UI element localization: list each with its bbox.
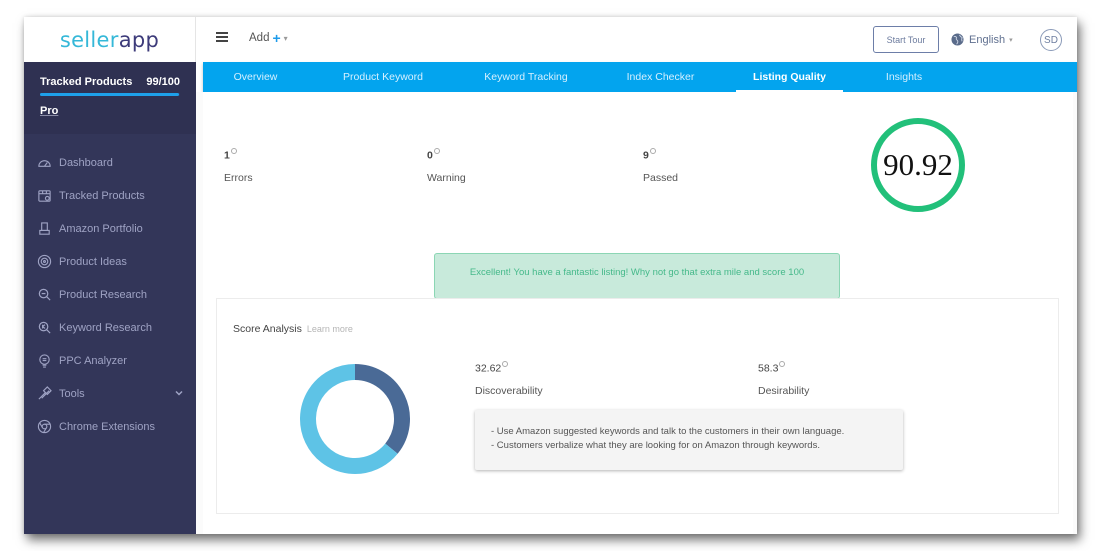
caret-down-icon: ▾ <box>1009 36 1013 44</box>
globe-icon <box>951 33 964 46</box>
discoverability-metric: 32.62 Discoverability <box>475 361 543 397</box>
logo-text-app: app <box>118 27 160 52</box>
desirability-metric: 58.3 Desirability <box>758 361 809 397</box>
sidebar-item-dashboard[interactable]: Dashboard <box>24 146 196 179</box>
user-avatar[interactable]: SD <box>1040 29 1062 51</box>
sidebar-item-amazon-portfolio[interactable]: Amazon Portfolio <box>24 212 196 245</box>
plus-icon: + <box>272 30 281 46</box>
sidebar-panel: Tracked Products 99/100 Pro Dashboard Tr… <box>24 62 196 534</box>
listing-quality-panel: 1 Errors 0 Warning 9 Passed 90.92 Excell… <box>203 92 1073 534</box>
tracked-products-quota: Tracked Products 99/100 Pro <box>24 62 196 134</box>
info-icon[interactable] <box>230 148 237 154</box>
dashboard-icon <box>36 155 52 171</box>
errors-label: Errors <box>224 171 253 184</box>
add-label: Add <box>249 32 270 44</box>
discoverability-label: Discoverability <box>475 384 543 397</box>
tracked-count: 99/100 <box>146 76 180 88</box>
sidebar-item-label: Product Research <box>59 288 148 301</box>
tip-line: - Customers verbalize what they are look… <box>491 440 820 451</box>
sidebar-item-label: Tracked Products <box>59 189 145 202</box>
errors-count: 1 <box>224 149 230 162</box>
ppc-analyzer-icon <box>36 353 52 369</box>
language-selector[interactable]: English ▾ <box>951 33 1013 46</box>
sidebar: sellerapp Tracked Products 99/100 Pro Da… <box>24 17 196 534</box>
plan-name[interactable]: Pro <box>40 105 180 117</box>
logo-text-seller: seller <box>59 27 119 52</box>
sidebar-item-label: Keyword Research <box>59 321 152 334</box>
passed-label: Passed <box>643 171 679 184</box>
passed-count: 9 <box>643 149 649 162</box>
product-research-icon <box>36 287 52 303</box>
sidebar-item-label: Tools <box>59 387 85 400</box>
chevron-down-icon[interactable] <box>174 388 184 398</box>
sidebar-nav: Dashboard Tracked Products Amazon Portfo… <box>24 146 196 443</box>
success-alert: Excellent! You have a fantastic listing!… <box>434 253 840 299</box>
sidebar-item-chrome-extensions[interactable]: Chrome Extensions <box>24 410 196 443</box>
tools-icon <box>36 386 52 402</box>
info-icon[interactable] <box>779 361 786 367</box>
sidebar-item-product-research[interactable]: Product Research <box>24 278 196 311</box>
top-header: Add + ▾ Start Tour English ▾ SD <box>196 17 1077 62</box>
tab-listing-quality[interactable]: Listing Quality <box>736 62 843 92</box>
tracked-progress-bar <box>40 93 180 96</box>
score-analysis-card: Score Analysis Learn more 32.62 Discovera… <box>216 298 1059 514</box>
sidebar-item-tools[interactable]: Tools <box>24 377 196 410</box>
sidebar-item-tracked-products[interactable]: Tracked Products <box>24 179 196 212</box>
passed-stat: 9 Passed <box>643 148 678 184</box>
tab-index-checker[interactable]: Index Checker <box>613 62 708 92</box>
warning-count: 0 <box>427 149 433 162</box>
donut-segment-discoverability <box>354 364 410 454</box>
sidebar-item-ppc-analyzer[interactable]: PPC Analyzer <box>24 344 196 377</box>
main-content: 1 Errors 0 Warning 9 Passed 90.92 Excell… <box>196 92 1077 534</box>
score-analysis-title: Score Analysis Learn more <box>233 323 353 335</box>
info-icon[interactable] <box>433 148 440 154</box>
logo-area: sellerapp <box>24 17 196 62</box>
caret-down-icon: ▾ <box>283 33 288 43</box>
score-donut-chart <box>300 364 410 474</box>
keyword-research-icon <box>36 320 52 336</box>
warning-label: Warning <box>427 171 466 184</box>
sidebar-item-label: Product Ideas <box>59 255 127 268</box>
app-window: sellerapp Tracked Products 99/100 Pro Da… <box>24 17 1077 534</box>
sidebar-item-label: Chrome Extensions <box>59 420 155 433</box>
desirability-value: 58.3 <box>758 362 779 375</box>
listing-score: 90.92 <box>883 147 953 182</box>
warning-stat: 0 Warning <box>427 148 466 184</box>
hamburger-menu-icon[interactable] <box>216 32 228 42</box>
sidebar-item-product-ideas[interactable]: Product Ideas <box>24 245 196 278</box>
info-icon[interactable] <box>502 361 509 367</box>
sidebar-item-label: PPC Analyzer <box>59 354 127 367</box>
tab-overview[interactable]: Overview <box>213 62 298 92</box>
info-icon[interactable] <box>649 148 656 154</box>
portfolio-icon <box>36 221 52 237</box>
tips-box: - Use Amazon suggested keywords and talk… <box>475 410 903 470</box>
sidebar-item-label: Dashboard <box>59 156 113 169</box>
tracked-label: Tracked Products <box>40 76 133 88</box>
desirability-label: Desirability <box>758 384 810 397</box>
start-tour-button[interactable]: Start Tour <box>873 26 939 53</box>
tip-line: - Use Amazon suggested keywords and talk… <box>491 426 845 437</box>
tracked-progress-fill <box>40 93 179 96</box>
score-analysis-heading: Score Analysis <box>233 323 302 335</box>
add-button[interactable]: Add + ▾ <box>249 30 288 46</box>
sidebar-item-label: Amazon Portfolio <box>59 222 143 235</box>
tab-insights[interactable]: Insights <box>869 62 939 92</box>
errors-stat: 1 Errors <box>224 148 253 184</box>
sellerapp-logo[interactable]: sellerapp <box>60 28 159 52</box>
tab-keyword-tracking[interactable]: Keyword Tracking <box>471 62 581 92</box>
chrome-icon <box>36 419 52 435</box>
discoverability-value: 32.62 <box>475 362 502 375</box>
tracked-products-icon <box>36 188 52 204</box>
language-label: English <box>969 33 1006 46</box>
sidebar-item-keyword-research[interactable]: Keyword Research <box>24 311 196 344</box>
product-ideas-icon <box>36 254 52 270</box>
tab-product-keyword[interactable]: Product Keyword <box>328 62 438 92</box>
learn-more-link[interactable]: Learn more <box>307 324 353 334</box>
feature-tabs: Overview Product Keyword Keyword Trackin… <box>203 62 1077 92</box>
